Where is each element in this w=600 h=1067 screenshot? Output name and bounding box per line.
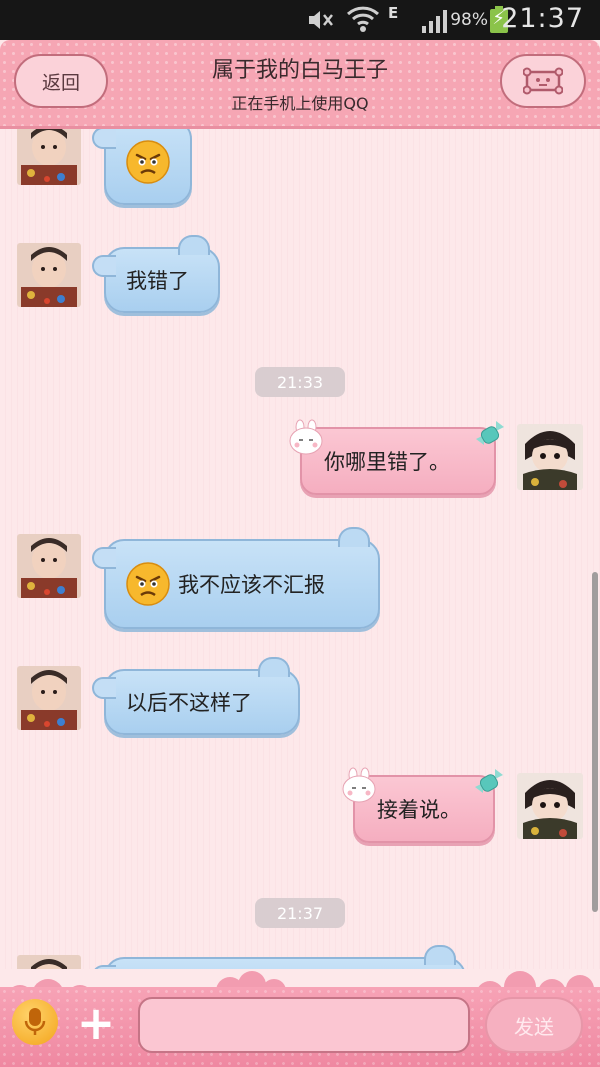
send-button[interactable]: 发送 [485,997,583,1053]
contact-status: 正在手机上使用QQ [231,94,369,113]
frown-face-emoji [126,562,170,606]
network-type-label: E [388,4,399,22]
message-bubble-left[interactable] [92,129,192,205]
status-bar: E 98% ⚡ 21:37 [0,0,600,40]
message-text: 我不应该不汇报 [178,573,325,597]
my-avatar[interactable] [517,424,583,490]
chat-scrollbar[interactable] [592,572,598,912]
contact-avatar[interactable] [17,666,81,730]
bubble-ear-decoration [424,945,456,965]
bunny-decoration-icon [342,767,376,803]
candy-decoration-icon [476,421,504,445]
bubble-ear-decoration [178,235,210,255]
message-text: 你哪里错了。 [324,450,450,474]
chat-header: 返回 属于我的白马王子 正在手机上使用QQ [0,40,600,129]
profile-icon [523,67,563,95]
message-bubble-right[interactable]: 接着说。 [342,767,503,843]
composer-bar: + 发送 [0,969,600,1067]
message-bubble-right[interactable]: 你哪里错了。 [289,419,504,495]
timestamp-divider: 21:33 [255,367,345,397]
contact-avatar[interactable] [17,955,81,969]
candy-decoration-icon [475,769,503,793]
contact-avatar[interactable] [17,534,81,598]
message-input[interactable] [138,997,470,1053]
signal-icon [422,10,447,33]
voice-input-button[interactable] [12,999,58,1045]
status-time: 21:37 [501,3,584,34]
microphone-icon [24,1008,46,1035]
back-button[interactable]: 返回 [14,54,108,108]
bubble-ear-decoration [338,527,370,547]
message-bubble-left[interactable] [92,945,466,969]
profile-button[interactable] [500,54,586,108]
mute-icon [309,11,333,29]
message-text: 我错了 [126,269,189,293]
message-bubble-left[interactable]: 我错了 [92,235,220,313]
contact-avatar[interactable] [17,243,81,307]
bubble-ear-decoration [258,657,290,677]
frown-face-emoji [126,140,170,184]
contact-avatar[interactable] [17,129,81,185]
message-bubble-left[interactable]: 以后不这样了 [92,657,300,735]
message-text: 以后不这样了 [126,691,252,715]
wifi-icon [346,6,380,32]
timestamp-divider: 21:37 [255,898,345,928]
message-text: 接着说。 [377,798,461,822]
contact-name: 属于我的白马王子 [211,58,388,83]
bunny-decoration-icon [289,419,323,455]
plus-icon[interactable]: + [76,1000,116,1046]
chat-message-list[interactable]: 我错了 21:33 你哪里错了。 我不应该不汇报 以后不这样了 接着说。 21:… [0,129,600,969]
my-avatar[interactable] [517,773,583,839]
message-bubble-left[interactable]: 我不应该不汇报 [92,527,380,629]
battery-percent: 98% [450,10,488,30]
